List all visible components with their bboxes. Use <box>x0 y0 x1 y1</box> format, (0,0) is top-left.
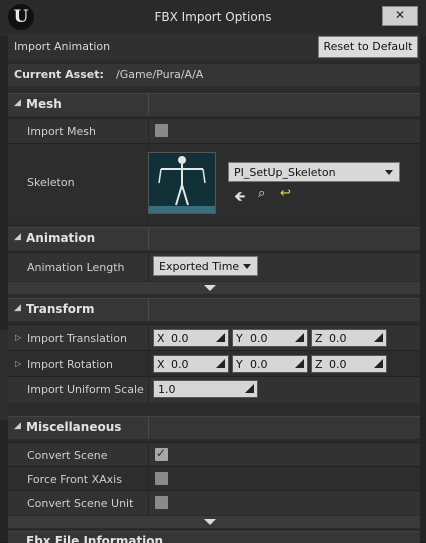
animation-length-dropdown[interactable]: Exported Time <box>153 256 258 276</box>
search-icon[interactable]: ⌕ <box>258 186 265 201</box>
column-divider <box>148 467 149 491</box>
field-value: 0.0 <box>171 332 189 345</box>
axis-label: Y <box>236 332 243 345</box>
rotation-x-field[interactable]: X 0.0 <box>153 355 229 373</box>
collapse-arrow-icon: ◢ <box>14 421 21 431</box>
drag-handle-icon <box>295 333 304 342</box>
chevron-down-icon <box>243 264 251 269</box>
translation-z-field[interactable]: Z 0.0 <box>311 329 387 347</box>
import-mesh-label: Import Mesh <box>27 125 96 138</box>
rotation-y-field[interactable]: Y 0.0 <box>232 355 308 373</box>
axis-label: Z <box>315 358 323 371</box>
window-title: FBX Import Options <box>154 10 272 24</box>
advanced-expander[interactable] <box>8 516 420 528</box>
import-scale-label: Import Uniform Scale <box>27 383 144 396</box>
skeleton-figure-icon <box>149 153 215 213</box>
convert-scene-label: Convert Scene <box>27 449 108 462</box>
column-divider <box>148 443 149 467</box>
expand-arrow-icon[interactable]: ▷ <box>15 333 21 342</box>
category-transform[interactable]: ◢ Transform <box>8 298 420 321</box>
reset-to-default-button[interactable]: Reset to Default <box>318 36 418 58</box>
header-row: Import Animation Reset to Default <box>8 34 420 60</box>
axis-label: Y <box>236 358 243 371</box>
skeleton-dropdown[interactable]: PI_SetUp_Skeleton <box>228 162 400 182</box>
collapse-arrow-icon: ◢ <box>14 232 21 242</box>
import-translation-label: Import Translation <box>27 332 127 345</box>
checkmark-icon: ✓ <box>156 446 167 460</box>
category-fbx-file-information[interactable]: Fbx File Information <box>8 531 420 543</box>
skeleton-thumbnail[interactable] <box>148 152 216 214</box>
category-title: Transform <box>26 302 95 316</box>
advanced-expander[interactable] <box>8 282 420 294</box>
current-asset-label: Current Asset: <box>14 68 104 81</box>
current-asset-row: Current Asset: /Game/Pura/A/A <box>8 64 420 86</box>
drag-handle-icon <box>216 359 225 368</box>
category-title: Animation <box>26 231 96 245</box>
drag-handle-icon <box>374 359 383 368</box>
column-divider <box>148 491 149 515</box>
import-mesh-checkbox[interactable] <box>155 124 168 137</box>
drag-handle-icon <box>295 359 304 368</box>
close-button[interactable]: ✕ <box>382 6 418 26</box>
drag-handle-icon <box>374 333 383 342</box>
chevron-down-icon <box>204 519 216 525</box>
arrow-left-icon[interactable]: 🡸 <box>234 186 245 210</box>
field-value: 1.0 <box>158 383 176 396</box>
column-divider <box>148 351 149 377</box>
category-mesh[interactable]: ◢ Mesh <box>8 93 420 116</box>
field-value: 0.0 <box>250 358 268 371</box>
category-title: Mesh <box>26 97 62 111</box>
collapse-arrow-icon: ◢ <box>14 98 21 108</box>
drag-handle-icon <box>216 333 225 342</box>
column-divider <box>148 228 149 250</box>
import-options-window: U FBX Import Options ✕ Import Animation … <box>0 0 426 543</box>
column-divider <box>148 325 149 351</box>
close-icon: ✕ <box>394 8 406 22</box>
category-title: Miscellaneous <box>26 420 122 434</box>
row-convert-scene: Convert Scene ✓ <box>8 442 420 467</box>
row-force-front-xaxis: Force Front XAxis <box>8 466 420 491</box>
reset-arrow-icon[interactable]: ↩ <box>280 186 291 201</box>
uniform-scale-field[interactable]: 1.0 <box>153 380 258 398</box>
background-edge <box>0 330 8 420</box>
convert-scene-unit-label: Convert Scene Unit <box>27 497 134 510</box>
column-divider <box>148 299 149 321</box>
convert-scene-unit-checkbox[interactable] <box>155 496 168 509</box>
row-import-mesh: Import Mesh <box>8 118 420 143</box>
category-miscellaneous[interactable]: ◢ Miscellaneous <box>8 416 420 439</box>
axis-label: X <box>157 332 165 345</box>
column-divider <box>148 253 149 281</box>
force-front-xaxis-label: Force Front XAxis <box>27 473 122 486</box>
collapse-arrow-icon: ◢ <box>14 303 21 313</box>
animation-length-label: Animation Length <box>27 261 125 274</box>
import-rotation-label: Import Rotation <box>27 358 114 371</box>
column-divider <box>148 94 149 116</box>
skeleton-value: PI_SetUp_Skeleton <box>234 166 336 179</box>
chevron-down-icon <box>385 170 393 175</box>
animation-length-value: Exported Time <box>159 260 240 273</box>
title-bar: U FBX Import Options ✕ <box>0 0 426 36</box>
field-value: 0.0 <box>329 358 347 371</box>
current-asset-value: /Game/Pura/A/A <box>116 68 204 81</box>
row-convert-scene-unit: Convert Scene Unit <box>8 490 420 515</box>
category-animation[interactable]: ◢ Animation <box>8 227 420 250</box>
rotation-z-field[interactable]: Z 0.0 <box>311 355 387 373</box>
axis-label: Z <box>315 332 323 345</box>
field-value: 0.0 <box>250 332 268 345</box>
axis-label: X <box>157 358 165 371</box>
expand-arrow-icon[interactable]: ▷ <box>15 359 21 368</box>
force-front-xaxis-checkbox[interactable] <box>155 472 168 485</box>
skeleton-label: Skeleton <box>27 176 75 189</box>
column-divider <box>148 417 149 439</box>
import-type-label: Import Animation <box>14 40 111 53</box>
convert-scene-checkbox[interactable]: ✓ <box>155 446 168 461</box>
field-value: 0.0 <box>329 332 347 345</box>
translation-y-field[interactable]: Y 0.0 <box>232 329 308 347</box>
drag-handle-icon <box>245 384 254 393</box>
chevron-down-icon <box>204 285 216 291</box>
column-divider <box>148 377 149 403</box>
field-value: 0.0 <box>171 358 189 371</box>
column-divider <box>148 119 149 143</box>
translation-x-field[interactable]: X 0.0 <box>153 329 229 347</box>
